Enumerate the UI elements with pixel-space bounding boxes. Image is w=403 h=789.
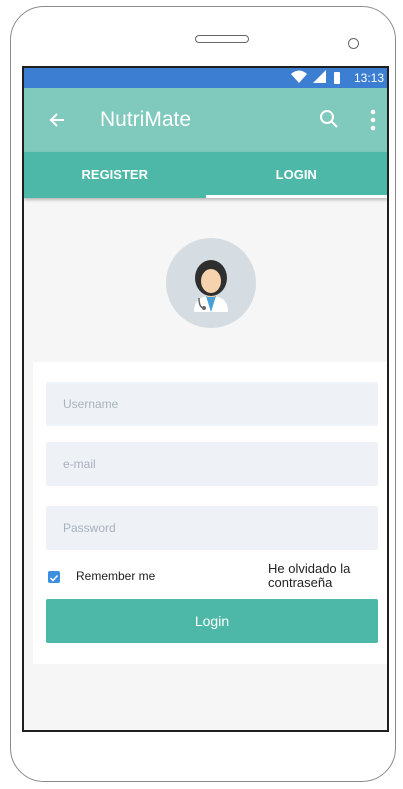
signal-icon bbox=[313, 70, 326, 83]
login-button[interactable]: Login bbox=[46, 599, 378, 643]
app-title: NutriMate bbox=[100, 108, 192, 131]
phone-camera bbox=[348, 38, 359, 49]
check-icon bbox=[49, 574, 59, 582]
tab-register[interactable]: REGISTER bbox=[24, 152, 206, 198]
remember-label: Remember me bbox=[76, 569, 156, 583]
phone-speaker bbox=[195, 35, 249, 43]
forgot-password-link[interactable]: He olvidado la contraseña bbox=[268, 562, 378, 590]
search-icon[interactable] bbox=[319, 109, 339, 129]
doctor-avatar bbox=[194, 260, 228, 312]
remember-checkbox[interactable] bbox=[48, 571, 60, 583]
status-time: 13:13 bbox=[353, 71, 384, 85]
username-input[interactable] bbox=[46, 382, 378, 426]
email-input[interactable] bbox=[46, 442, 378, 486]
auth-tabs: REGISTER LOGIN bbox=[24, 152, 387, 198]
wifi-icon bbox=[291, 70, 307, 83]
battery-icon bbox=[334, 72, 340, 84]
app-bar: NutriMate bbox=[24, 88, 387, 152]
avatar bbox=[166, 238, 256, 328]
status-bar: 13:13 bbox=[24, 68, 387, 88]
more-vert-icon[interactable] bbox=[370, 109, 376, 131]
login-card: Remember me He olvidado la contraseña Lo… bbox=[33, 362, 387, 664]
back-arrow-icon[interactable] bbox=[48, 110, 66, 130]
password-input[interactable] bbox=[46, 506, 378, 550]
app-screen: 13:13 NutriMate REGISTER LOGIN Username … bbox=[22, 66, 389, 732]
tab-login[interactable]: LOGIN bbox=[205, 152, 388, 198]
